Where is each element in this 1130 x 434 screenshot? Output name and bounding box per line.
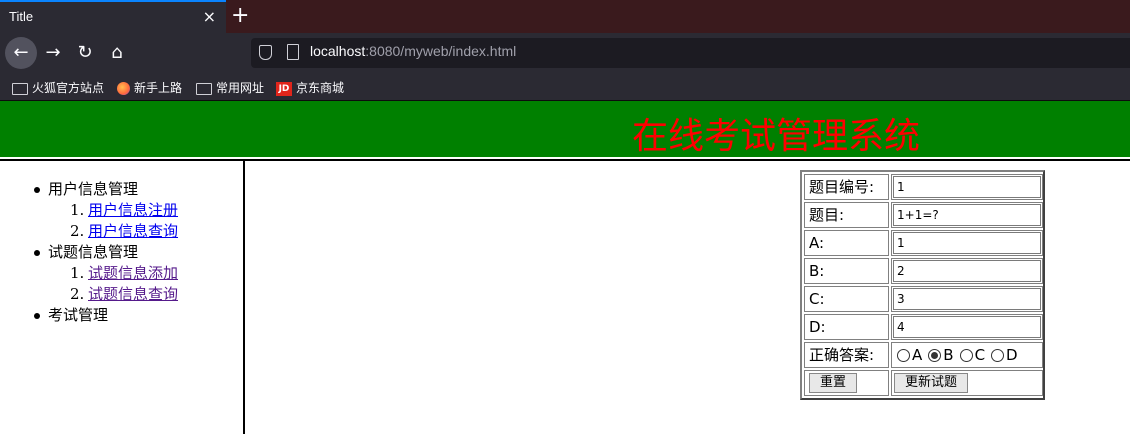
cell-reset: 重置 (804, 370, 889, 396)
page-title: 在线考试管理系统 (632, 116, 921, 157)
active-tab[interactable]: Title × (0, 0, 226, 33)
reload-icon[interactable]: ↻ (69, 37, 101, 69)
nav-menu: 用户信息管理 1. 用户信息注册 2. 用户信息查询 试题信息管理 1. 试题信息添加… (34, 179, 178, 326)
jd-logo-icon: JD (276, 81, 292, 96)
link-question-query[interactable]: 试题信息查询 (88, 285, 178, 303)
radio-d-icon[interactable] (991, 349, 1005, 362)
answer-radio-group: ABCD (891, 342, 1043, 368)
cell-option-b: 2 (891, 258, 1043, 284)
link-question-add[interactable]: 试题信息添加 (88, 264, 178, 282)
forward-arrow-icon[interactable]: → (37, 37, 69, 69)
question-field[interactable]: 1+1=? (893, 204, 1041, 226)
folder-icon (12, 82, 28, 95)
tab-title: Title (9, 9, 34, 24)
radio-option-c[interactable]: C (959, 343, 985, 367)
question-id-field[interactable]: 1 (893, 176, 1041, 198)
cell-question-id: 1 (891, 174, 1043, 200)
radio-a-icon[interactable] (897, 349, 910, 362)
tracking-shield-icon[interactable] (259, 45, 272, 60)
cell-option-c: 3 (891, 286, 1043, 312)
bookmarks-toolbar: 火狐官方站点 新手上路 常用网址 JD 京东商城 (0, 73, 1130, 101)
tab-strip: Title × + (0, 0, 1130, 33)
option-d-field[interactable]: 4 (893, 316, 1041, 338)
left-navigation-frame: 用户信息管理 1. 用户信息注册 2. 用户信息查询 试题信息管理 1. 试题信息添加… (0, 161, 245, 434)
question-edit-form: 题目编号: 1 题目: 1+1=? A: 1 B: 2 C: 3 D: 4 正确… (800, 170, 1045, 400)
option-b-field[interactable]: 2 (893, 260, 1041, 282)
label-correct-answer: 正确答案: (804, 342, 889, 368)
reset-button[interactable]: 重置 (809, 373, 857, 393)
label-question-id: 题目编号: (804, 174, 889, 200)
radio-option-b[interactable]: B (928, 343, 954, 367)
option-a-field[interactable]: 1 (893, 232, 1041, 254)
link-user-query[interactable]: 用户信息查询 (88, 222, 178, 240)
address-bar[interactable]: localhost:8080/myweb/index.html (251, 38, 1130, 68)
radio-option-a[interactable]: A (897, 343, 922, 367)
bookmark-jd[interactable]: JD 京东商城 (276, 79, 344, 96)
update-question-button[interactable]: 更新试题 (894, 373, 968, 393)
close-tab-icon[interactable]: × (203, 7, 216, 26)
bookmark-common-sites[interactable]: 常用网址 (196, 79, 264, 96)
firefox-icon (117, 82, 130, 95)
label-option-a: A: (804, 230, 889, 256)
label-question: 题目: (804, 202, 889, 228)
radio-b-icon[interactable] (928, 349, 942, 362)
folder-icon (196, 82, 212, 95)
radio-option-d[interactable]: D (991, 343, 1018, 367)
radio-c-icon[interactable] (959, 349, 973, 362)
menu-group-question: 试题信息管理 (34, 242, 178, 263)
header-banner: 在线考试管理系统 (0, 101, 1130, 157)
menu-group-exam: 考试管理 (34, 305, 178, 326)
label-option-d: D: (804, 314, 889, 340)
bookmark-firefox-official[interactable]: 火狐官方站点 (12, 79, 104, 96)
bookmark-getting-started[interactable]: 新手上路 (117, 79, 182, 96)
new-tab-icon[interactable]: + (231, 3, 249, 28)
back-arrow-icon[interactable]: ← (5, 37, 37, 69)
url-text[interactable]: localhost:8080/myweb/index.html (310, 43, 516, 59)
cell-question: 1+1=? (891, 202, 1043, 228)
cell-option-d: 4 (891, 314, 1043, 340)
home-icon[interactable]: ⌂ (101, 37, 133, 69)
cell-option-a: 1 (891, 230, 1043, 256)
menu-group-user: 用户信息管理 (34, 179, 178, 200)
label-option-b: B: (804, 258, 889, 284)
link-user-register[interactable]: 用户信息注册 (88, 201, 178, 219)
page-info-icon[interactable] (287, 44, 299, 60)
option-c-field[interactable]: 3 (893, 288, 1041, 310)
cell-submit: 更新试题 (891, 370, 1043, 396)
label-option-c: C: (804, 286, 889, 312)
